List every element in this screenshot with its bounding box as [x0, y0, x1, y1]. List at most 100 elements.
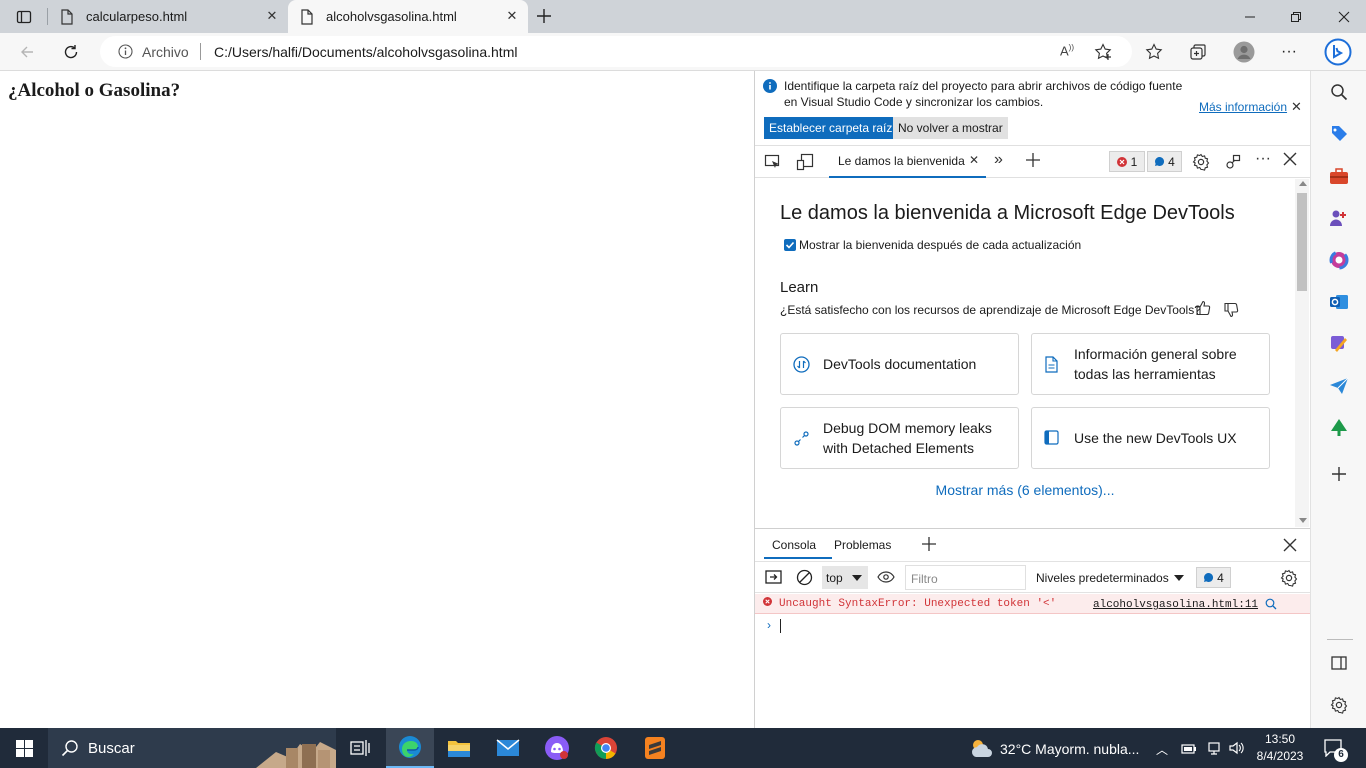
close-devtools-icon[interactable] — [1283, 152, 1297, 166]
welcome-scrollbar[interactable] — [1295, 179, 1309, 527]
live-expression-icon[interactable] — [877, 571, 895, 583]
close-icon[interactable]: ✕ — [1291, 99, 1302, 115]
info-icon[interactable] — [118, 44, 133, 59]
console-input[interactable] — [780, 619, 781, 633]
settings-icon[interactable] — [1192, 153, 1210, 171]
mail-icon[interactable] — [484, 728, 532, 768]
url-text[interactable]: C:/Users/halfi/Documents/alcoholvsgasoli… — [214, 44, 517, 60]
console-messages-badge[interactable]: 4 — [1196, 567, 1231, 588]
file-explorer-icon[interactable] — [435, 728, 483, 768]
add-sidebar-app-icon[interactable] — [1327, 462, 1351, 486]
discord-icon[interactable] — [533, 728, 581, 768]
volume-icon[interactable] — [1228, 740, 1244, 756]
restore-icon[interactable] — [1286, 7, 1306, 27]
weather-icon[interactable] — [968, 737, 994, 759]
new-tab-icon[interactable] — [534, 6, 554, 26]
favorites-icon[interactable] — [1143, 41, 1165, 63]
show-more-link[interactable]: Mostrar más (6 elementos)... — [755, 482, 1295, 498]
collections-icon[interactable] — [1187, 41, 1209, 63]
sidebar-settings-icon[interactable] — [1327, 693, 1351, 717]
card-debug-dom-memory[interactable]: Debug DOM memory leaks with Detached Ele… — [780, 407, 1019, 469]
filter-input[interactable]: Filtro — [905, 565, 1026, 590]
tab-alcoholvsgasolina[interactable]: alcoholvsgasolina.html ✕ — [288, 0, 528, 33]
dont-show-again-button[interactable]: No volver a mostrar — [893, 117, 1008, 139]
shopping-icon[interactable] — [1327, 122, 1351, 146]
tab-calcularpeso[interactable]: calcularpeso.html ✕ — [48, 0, 288, 33]
context-selector[interactable]: top — [822, 566, 868, 589]
notification-count: 6 — [1334, 748, 1348, 762]
taskbar-search-box[interactable]: Buscar — [48, 728, 336, 768]
card-devtools-documentation[interactable]: DevTools documentation — [780, 333, 1019, 395]
clock[interactable]: 13:50 8/4/2023 — [1252, 731, 1308, 765]
welcome-checkbox[interactable] — [784, 239, 796, 251]
network-icon[interactable] — [1206, 740, 1222, 756]
close-window-icon[interactable] — [1334, 7, 1354, 27]
close-icon[interactable]: ✕ — [504, 8, 520, 24]
thumbs-up-icon[interactable] — [1195, 300, 1211, 316]
task-view-icon[interactable] — [336, 728, 384, 768]
clear-console-icon[interactable] — [796, 569, 813, 586]
tab-actions-icon[interactable] — [14, 7, 34, 27]
tab-console[interactable]: Consola — [764, 529, 832, 559]
set-root-folder-button[interactable]: Establecer carpeta raíz — [764, 117, 898, 139]
page-icon — [60, 8, 74, 25]
messages-badge[interactable]: 4 — [1147, 151, 1182, 172]
learn-heading: Learn — [780, 279, 819, 296]
back-icon[interactable] — [16, 41, 38, 63]
close-drawer-icon[interactable] — [1283, 538, 1297, 552]
customize-icon[interactable] — [1224, 153, 1242, 171]
chevron-up-icon[interactable]: ︿ — [1156, 741, 1168, 758]
minimize-icon[interactable] — [1240, 7, 1260, 27]
tab-problems[interactable]: Problemas — [834, 538, 891, 552]
search-icon[interactable] — [1327, 80, 1351, 104]
address-bar[interactable]: Archivo C:/Users/halfi/Documents/alcohol… — [100, 36, 1132, 67]
outlook-icon[interactable] — [1327, 290, 1351, 314]
designer-icon[interactable] — [1327, 332, 1351, 356]
chevron-down-icon — [1174, 575, 1184, 581]
inspect-element-icon[interactable] — [764, 153, 782, 171]
page-heading: ¿Alcohol o Gasolina? — [8, 80, 181, 101]
thumbs-down-icon[interactable] — [1223, 302, 1239, 318]
device-emulation-icon[interactable] — [796, 153, 814, 171]
log-levels-dropdown[interactable]: Niveles predeterminados — [1036, 571, 1169, 585]
tab-welcome[interactable]: Le damos la bienvenida ✕ — [829, 146, 986, 178]
tab-welcome-label: Le damos la bienvenida — [838, 154, 965, 168]
read-aloud-icon[interactable]: A)) — [1060, 43, 1074, 58]
edge-sidebar — [1310, 71, 1366, 728]
more-info-link[interactable]: Más información — [1199, 100, 1287, 114]
more-tools-icon[interactable]: » — [994, 151, 1003, 169]
games-icon[interactable] — [1327, 206, 1351, 230]
search-icon[interactable] — [1265, 598, 1277, 610]
search-label: Buscar — [88, 740, 135, 757]
errors-badge[interactable]: 1 — [1109, 151, 1145, 172]
console-error-row: Uncaught SyntaxError: Unexpected token '… — [755, 594, 1311, 614]
refresh-icon[interactable] — [60, 41, 82, 63]
profile-avatar[interactable] — [1232, 40, 1256, 64]
error-source-link[interactable]: alcoholvsgasolina.html:11 — [1093, 599, 1258, 611]
battery-icon[interactable] — [1181, 741, 1197, 755]
tab-label: alcoholvsgasolina.html — [326, 9, 457, 24]
console-settings-icon[interactable] — [1280, 569, 1298, 587]
add-tool-icon[interactable] — [1025, 152, 1041, 168]
card-tools-overview[interactable]: Información general sobre todas las herr… — [1031, 333, 1270, 395]
bing-chat-icon[interactable] — [1322, 36, 1354, 68]
tools-icon[interactable] — [1327, 164, 1351, 188]
weather-label[interactable]: 32°C Mayorm. nubla... — [1000, 741, 1139, 757]
console-prompt-icon: › — [767, 618, 771, 632]
office-icon[interactable] — [1327, 248, 1351, 272]
sidebar-layout-icon[interactable] — [1327, 651, 1351, 675]
send-icon[interactable] — [1327, 374, 1351, 398]
tree-icon[interactable] — [1327, 416, 1351, 440]
sidebar-toggle-icon[interactable] — [765, 570, 782, 584]
chrome-icon[interactable] — [582, 728, 630, 768]
edge-taskbar-icon[interactable] — [386, 728, 434, 768]
close-icon[interactable]: ✕ — [969, 153, 979, 167]
more-options-icon[interactable]: ··· — [1278, 41, 1300, 63]
add-favorite-icon[interactable] — [1094, 43, 1112, 61]
close-icon[interactable]: ✕ — [264, 8, 280, 24]
sublime-text-icon[interactable] — [631, 728, 679, 768]
card-new-devtools-ux[interactable]: Use the new DevTools UX — [1031, 407, 1270, 469]
more-options-icon[interactable]: ··· — [1255, 150, 1271, 168]
add-drawer-tab-icon[interactable] — [921, 536, 937, 552]
windows-start-icon[interactable] — [0, 728, 48, 768]
